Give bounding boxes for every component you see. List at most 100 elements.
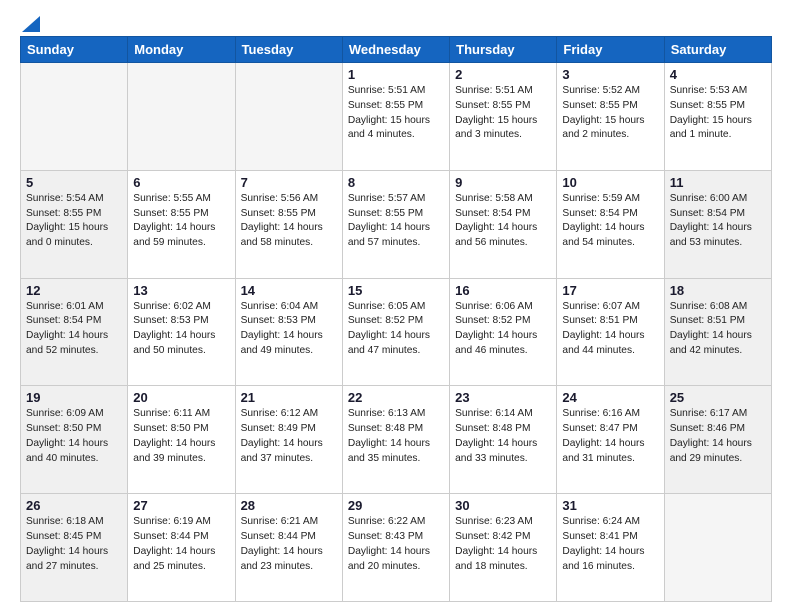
cell-text: Sunrise: 6:04 AMSunset: 8:53 PMDaylight:… [241, 301, 323, 356]
cell-text: Sunrise: 5:56 AMSunset: 8:55 PMDaylight:… [241, 193, 323, 248]
cell-text: Sunrise: 6:21 AMSunset: 8:44 PMDaylight:… [241, 516, 323, 571]
day-number: 12 [26, 283, 122, 298]
calendar-cell: 18 Sunrise: 6:08 AMSunset: 8:51 PMDayligh… [664, 278, 771, 386]
calendar-cell: 25Sunrise: 6:17 AMSunset: 8:46 PMDayligh… [664, 386, 771, 494]
calendar-cell: 5 Sunrise: 5:54 AMSunset: 8:55 PMDaylight… [21, 170, 128, 278]
cell-text: Sunrise: 6:16 AMSunset: 8:47 PMDaylight:… [562, 408, 644, 463]
week-row-2: 5 Sunrise: 5:54 AMSunset: 8:55 PMDaylight… [21, 170, 772, 278]
calendar-cell [235, 63, 342, 171]
calendar-cell: 28 Sunrise: 6:21 AMSunset: 8:44 PMDayligh… [235, 494, 342, 602]
calendar-cell [664, 494, 771, 602]
cell-text: Sunrise: 6:11 AMSunset: 8:50 PMDaylight:… [133, 408, 215, 463]
cell-text: Sunrise: 5:51 AMSunset: 8:55 PMDaylight:… [348, 85, 430, 140]
cell-text: Sunrise: 6:12 AMSunset: 8:49 PMDaylight:… [241, 408, 323, 463]
day-number: 18 [670, 283, 766, 298]
cell-text: Sunrise: 6:23 AMSunset: 8:42 PMDaylight:… [455, 516, 537, 571]
cell-text: Sunrise: 6:00 AMSunset: 8:54 PMDaylight:… [670, 193, 752, 248]
cell-text: Sunrise: 6:14 AMSunset: 8:48 PMDaylight:… [455, 408, 537, 463]
weekday-header-wednesday: Wednesday [342, 37, 449, 63]
cell-text: Sunrise: 5:58 AMSunset: 8:54 PMDaylight:… [455, 193, 537, 248]
calendar-cell: 27Sunrise: 6:19 AMSunset: 8:44 PMDayligh… [128, 494, 235, 602]
logo [20, 16, 40, 28]
week-row-1: 1 Sunrise: 5:51 AMSunset: 8:55 PMDaylight… [21, 63, 772, 171]
calendar-cell: 8Sunrise: 5:57 AMSunset: 8:55 PMDaylight… [342, 170, 449, 278]
day-number: 5 [26, 175, 122, 190]
day-number: 23 [455, 390, 551, 405]
day-number: 14 [241, 283, 337, 298]
calendar-cell: 14 Sunrise: 6:04 AMSunset: 8:53 PMDayligh… [235, 278, 342, 386]
week-row-5: 26 Sunrise: 6:18 AMSunset: 8:45 PMDayligh… [21, 494, 772, 602]
day-number: 10 [562, 175, 658, 190]
day-number: 21 [241, 390, 337, 405]
weekday-header-tuesday: Tuesday [235, 37, 342, 63]
day-number: 20 [133, 390, 229, 405]
cell-text: Sunrise: 5:54 AMSunset: 8:55 PMDaylight:… [26, 193, 108, 248]
calendar-cell: 30 Sunrise: 6:23 AMSunset: 8:42 PMDayligh… [450, 494, 557, 602]
calendar-cell: 16Sunrise: 6:06 AMSunset: 8:52 PMDayligh… [450, 278, 557, 386]
calendar-cell: 20 Sunrise: 6:11 AMSunset: 8:50 PMDayligh… [128, 386, 235, 494]
cell-text: Sunrise: 6:01 AMSunset: 8:54 PMDaylight:… [26, 301, 108, 356]
day-number: 13 [133, 283, 229, 298]
calendar-cell: 24 Sunrise: 6:16 AMSunset: 8:47 PMDayligh… [557, 386, 664, 494]
calendar-cell: 26 Sunrise: 6:18 AMSunset: 8:45 PMDayligh… [21, 494, 128, 602]
calendar-cell: 7Sunrise: 5:56 AMSunset: 8:55 PMDaylight… [235, 170, 342, 278]
calendar-cell: 2Sunrise: 5:51 AMSunset: 8:55 PMDaylight… [450, 63, 557, 171]
cell-text: Sunrise: 6:08 AMSunset: 8:51 PMDaylight:… [670, 301, 752, 356]
calendar-cell: 1 Sunrise: 5:51 AMSunset: 8:55 PMDaylight… [342, 63, 449, 171]
cell-text: Sunrise: 6:18 AMSunset: 8:45 PMDaylight:… [26, 516, 108, 571]
day-number: 26 [26, 498, 122, 513]
day-number: 30 [455, 498, 551, 513]
cell-text: Sunrise: 6:07 AMSunset: 8:51 PMDaylight:… [562, 301, 644, 356]
cell-text: Sunrise: 6:17 AMSunset: 8:46 PMDaylight:… [670, 408, 752, 463]
day-number: 15 [348, 283, 444, 298]
weekday-header-thursday: Thursday [450, 37, 557, 63]
day-number: 8 [348, 175, 444, 190]
week-row-3: 12 Sunrise: 6:01 AMSunset: 8:54 PMDayligh… [21, 278, 772, 386]
weekday-header-monday: Monday [128, 37, 235, 63]
weekday-header-sunday: Sunday [21, 37, 128, 63]
calendar-cell: 9Sunrise: 5:58 AMSunset: 8:54 PMDaylight… [450, 170, 557, 278]
day-number: 1 [348, 67, 444, 82]
cell-text: Sunrise: 6:02 AMSunset: 8:53 PMDaylight:… [133, 301, 215, 356]
calendar-cell [21, 63, 128, 171]
day-number: 29 [348, 498, 444, 513]
calendar-cell: 15Sunrise: 6:05 AMSunset: 8:52 PMDayligh… [342, 278, 449, 386]
day-number: 28 [241, 498, 337, 513]
cell-text: Sunrise: 5:51 AMSunset: 8:55 PMDaylight:… [455, 85, 537, 140]
day-number: 6 [133, 175, 229, 190]
calendar-cell: 23 Sunrise: 6:14 AMSunset: 8:48 PMDayligh… [450, 386, 557, 494]
day-number: 24 [562, 390, 658, 405]
cell-text: Sunrise: 6:22 AMSunset: 8:43 PMDaylight:… [348, 516, 430, 571]
calendar-cell: 19 Sunrise: 6:09 AMSunset: 8:50 PMDayligh… [21, 386, 128, 494]
calendar-cell: 3Sunrise: 5:52 AMSunset: 8:55 PMDaylight… [557, 63, 664, 171]
day-number: 11 [670, 175, 766, 190]
calendar-cell: 31 Sunrise: 6:24 AMSunset: 8:41 PMDayligh… [557, 494, 664, 602]
week-row-4: 19 Sunrise: 6:09 AMSunset: 8:50 PMDayligh… [21, 386, 772, 494]
day-number: 19 [26, 390, 122, 405]
day-number: 27 [133, 498, 229, 513]
cell-text: Sunrise: 6:24 AMSunset: 8:41 PMDaylight:… [562, 516, 644, 571]
weekday-header-saturday: Saturday [664, 37, 771, 63]
calendar-cell: 13 Sunrise: 6:02 AMSunset: 8:53 PMDayligh… [128, 278, 235, 386]
cell-text: Sunrise: 5:59 AMSunset: 8:54 PMDaylight:… [562, 193, 644, 248]
day-number: 31 [562, 498, 658, 513]
cell-text: Sunrise: 5:53 AMSunset: 8:55 PMDaylight:… [670, 85, 752, 140]
cell-text: Sunrise: 6:09 AMSunset: 8:50 PMDaylight:… [26, 408, 108, 463]
calendar-cell: 29 Sunrise: 6:22 AMSunset: 8:43 PMDayligh… [342, 494, 449, 602]
calendar-cell: 12 Sunrise: 6:01 AMSunset: 8:54 PMDayligh… [21, 278, 128, 386]
calendar-cell: 21 Sunrise: 6:12 AMSunset: 8:49 PMDayligh… [235, 386, 342, 494]
calendar-cell: 6 Sunrise: 5:55 AMSunset: 8:55 PMDaylight… [128, 170, 235, 278]
calendar-cell: 17 Sunrise: 6:07 AMSunset: 8:51 PMDayligh… [557, 278, 664, 386]
calendar-table: SundayMondayTuesdayWednesdayThursdayFrid… [20, 36, 772, 602]
calendar-cell: 4Sunrise: 5:53 AMSunset: 8:55 PMDaylight… [664, 63, 771, 171]
day-number: 17 [562, 283, 658, 298]
cell-text: Sunrise: 6:13 AMSunset: 8:48 PMDaylight:… [348, 408, 430, 463]
calendar-cell: 11 Sunrise: 6:00 AMSunset: 8:54 PMDayligh… [664, 170, 771, 278]
day-number: 22 [348, 390, 444, 405]
day-number: 3 [562, 67, 658, 82]
cell-text: Sunrise: 5:55 AMSunset: 8:55 PMDaylight:… [133, 193, 215, 248]
page: SundayMondayTuesdayWednesdayThursdayFrid… [0, 0, 792, 612]
logo-triangle-icon [22, 16, 40, 32]
cell-text: Sunrise: 6:06 AMSunset: 8:52 PMDaylight:… [455, 301, 537, 356]
calendar-cell: 22 Sunrise: 6:13 AMSunset: 8:48 PMDayligh… [342, 386, 449, 494]
